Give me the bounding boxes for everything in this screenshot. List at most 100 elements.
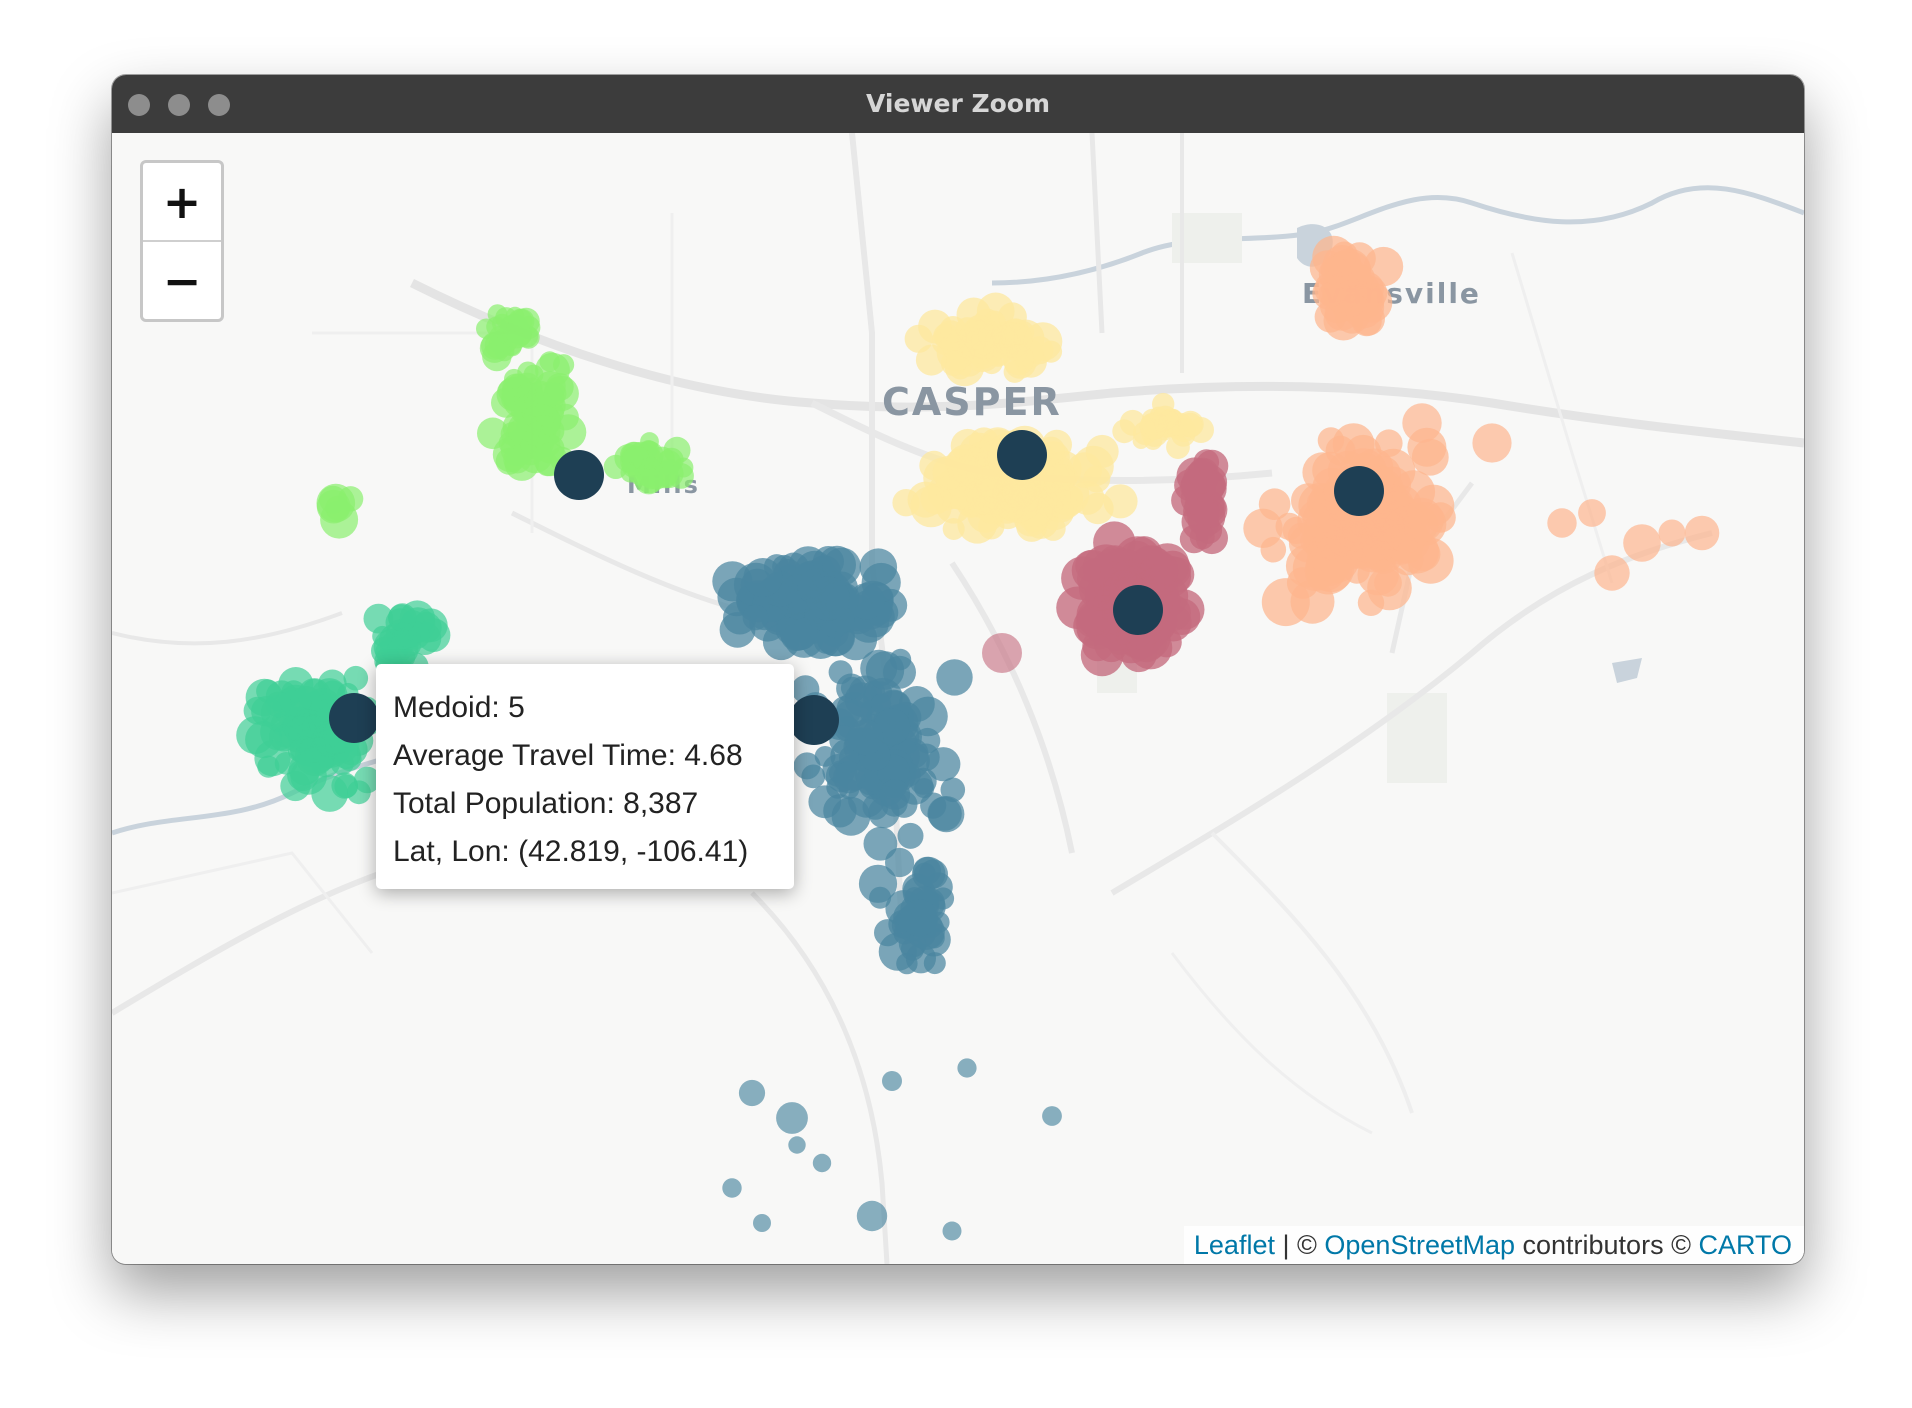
cluster-point-yellow[interactable] — [1083, 465, 1111, 493]
cluster-point-blue[interactable] — [879, 779, 911, 810]
cluster-point-blue[interactable] — [869, 886, 892, 909]
zoom-in-button[interactable]: + — [143, 163, 221, 242]
cluster-point-orange[interactable] — [1594, 555, 1630, 591]
cluster-point-orange[interactable] — [1325, 435, 1356, 466]
cluster-point-green[interactable] — [654, 459, 684, 489]
cluster-point-red[interactable] — [982, 633, 1022, 673]
cluster-point-blue[interactable] — [936, 659, 973, 696]
cluster-point-blue[interactable] — [828, 660, 853, 685]
cluster-point-blue[interactable] — [788, 1136, 806, 1154]
cluster-point-green[interactable] — [482, 341, 512, 372]
medoid-marker[interactable] — [997, 430, 1047, 480]
cluster-point-blue[interactable] — [957, 1058, 977, 1078]
cluster-point-blue[interactable] — [808, 785, 842, 819]
map-canvas[interactable]: CASPER Evansville Mills — [112, 133, 1804, 1264]
cluster-point-blue[interactable] — [812, 1153, 832, 1173]
cluster-point-blue[interactable] — [874, 919, 902, 947]
cluster-point-teal[interactable] — [343, 665, 369, 691]
cluster-point-yellow[interactable] — [1132, 432, 1150, 449]
cluster-point-green[interactable] — [504, 368, 524, 389]
medoid-marker[interactable] — [789, 695, 839, 745]
carto-link[interactable]: CARTO — [1698, 1230, 1792, 1260]
cluster-point-green[interactable] — [640, 432, 659, 451]
cluster-point-yellow[interactable] — [1166, 435, 1190, 459]
cluster-point-orange[interactable] — [1472, 423, 1512, 463]
cluster-point-blue[interactable] — [806, 576, 850, 621]
medoid-marker[interactable] — [1334, 466, 1384, 516]
cluster-point-blue[interactable] — [738, 1079, 766, 1107]
cluster-point-red[interactable] — [1089, 566, 1119, 596]
cluster-point-teal[interactable] — [363, 603, 394, 634]
cluster-point-blue[interactable] — [940, 777, 966, 803]
cluster-point-blue[interactable] — [856, 1200, 888, 1232]
cluster-point-yellow[interactable] — [1178, 412, 1203, 437]
cluster-point-blue[interactable] — [889, 648, 912, 671]
cluster-point-blue[interactable] — [848, 582, 885, 620]
cluster-point-orange[interactable] — [1623, 524, 1661, 562]
cluster-point-blue[interactable] — [801, 764, 826, 789]
cluster-point-green[interactable] — [502, 320, 532, 349]
cluster-point-orange[interactable] — [1578, 499, 1606, 527]
cluster-point-blue[interactable] — [942, 1221, 962, 1241]
cluster-point-blue[interactable] — [1042, 1106, 1062, 1126]
cluster-point-green[interactable] — [477, 417, 509, 450]
cluster-point-orange[interactable] — [1261, 578, 1310, 627]
medoid-marker[interactable] — [554, 450, 604, 500]
cluster-point-orange[interactable] — [1684, 515, 1720, 551]
cluster-point-green[interactable] — [486, 316, 507, 338]
cluster-point-blue[interactable] — [814, 746, 836, 767]
cluster-point-orange[interactable] — [1383, 506, 1430, 553]
cluster-point-blue[interactable] — [863, 826, 898, 861]
cluster-point-blue[interactable] — [912, 856, 946, 891]
cluster-point-green[interactable] — [622, 448, 644, 470]
cluster-point-blue[interactable] — [882, 1071, 902, 1091]
zoom-out-button[interactable]: − — [143, 242, 221, 319]
cluster-point-green[interactable] — [319, 485, 347, 514]
cluster-point-yellow[interactable] — [942, 518, 965, 540]
cluster-point-red[interactable] — [1187, 469, 1227, 508]
cluster-point-yellow[interactable] — [986, 343, 1010, 367]
leaflet-link[interactable]: Leaflet — [1194, 1230, 1275, 1260]
cluster-point-red[interactable] — [1140, 551, 1179, 590]
cluster-point-blue[interactable] — [743, 558, 783, 597]
cluster-point-green[interactable] — [503, 445, 532, 474]
cluster-point-blue[interactable] — [900, 899, 938, 937]
cluster-point-blue[interactable] — [742, 604, 769, 631]
cluster-point-blue[interactable] — [776, 1102, 808, 1134]
cluster-point-blue[interactable] — [847, 719, 884, 756]
cluster-point-yellow[interactable] — [960, 318, 992, 350]
cluster-point-blue[interactable] — [833, 761, 866, 794]
cluster-point-orange[interactable] — [1321, 256, 1349, 285]
cluster-point-orange[interactable] — [1318, 281, 1344, 308]
cluster-point-blue[interactable] — [896, 952, 918, 975]
leaflet-map[interactable]: CASPER Evansville Mills + − Medoid: 5 Av… — [112, 133, 1804, 1264]
cluster-point-orange[interactable] — [1374, 568, 1402, 597]
cluster-point-yellow[interactable] — [915, 344, 947, 376]
cluster-point-orange[interactable] — [1547, 508, 1577, 538]
cluster-point-teal[interactable] — [311, 775, 349, 812]
cluster-point-green[interactable] — [516, 415, 543, 442]
cluster-point-teal[interactable] — [251, 696, 282, 727]
medoid-marker[interactable] — [329, 693, 379, 743]
cluster-point-yellow[interactable] — [920, 483, 952, 515]
cluster-point-orange[interactable] — [1411, 438, 1449, 476]
cluster-point-blue[interactable] — [909, 767, 937, 795]
cluster-point-blue[interactable] — [722, 1178, 742, 1198]
cluster-point-orange[interactable] — [1658, 519, 1686, 547]
cluster-point-yellow[interactable] — [1085, 434, 1119, 468]
cluster-point-yellow[interactable] — [1046, 481, 1071, 506]
cluster-point-blue[interactable] — [753, 1214, 771, 1232]
cluster-point-orange[interactable] — [1402, 403, 1442, 443]
cluster-point-blue[interactable] — [928, 796, 965, 833]
openstreetmap-link[interactable]: OpenStreetMap — [1324, 1230, 1515, 1260]
cluster-point-green[interactable] — [539, 351, 560, 372]
cluster-point-teal[interactable] — [254, 740, 291, 777]
cluster-point-blue[interactable] — [908, 696, 948, 737]
cluster-point-yellow[interactable] — [1103, 484, 1138, 519]
medoid-marker[interactable] — [1113, 585, 1163, 635]
cluster-point-blue[interactable] — [897, 822, 924, 849]
cluster-point-orange[interactable] — [1392, 470, 1436, 514]
title-bar[interactable]: Viewer Zoom — [112, 75, 1804, 134]
cluster-point-teal[interactable] — [398, 625, 421, 648]
cluster-point-yellow[interactable] — [1152, 405, 1178, 431]
